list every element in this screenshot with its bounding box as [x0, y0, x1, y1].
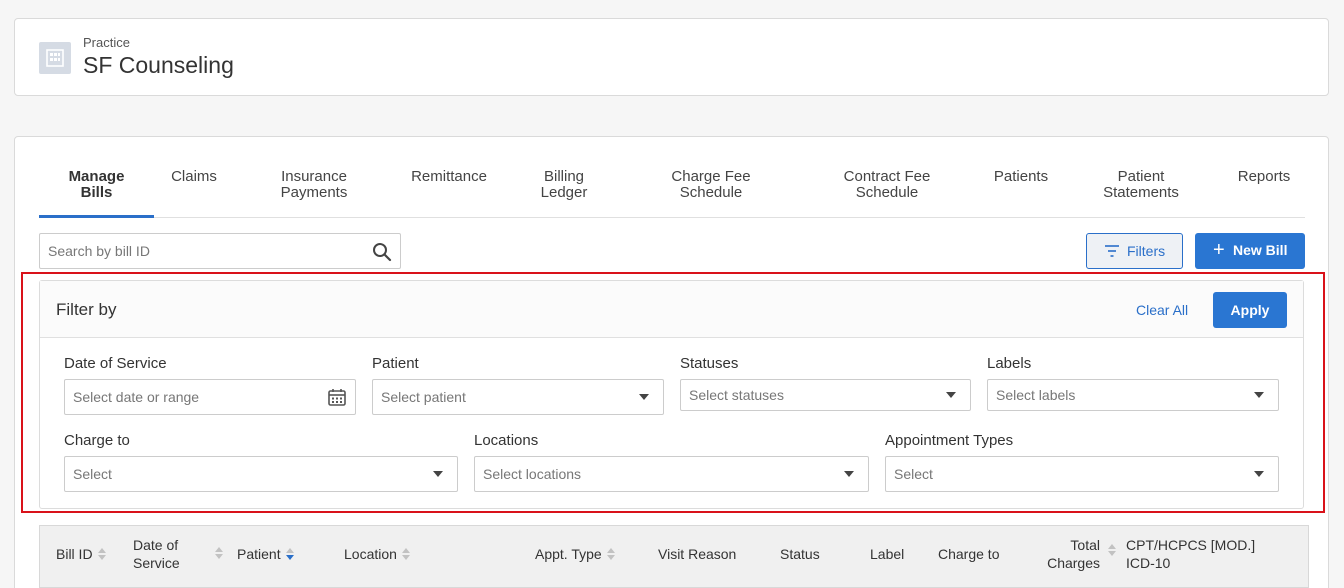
col-label: Patient	[237, 546, 281, 562]
tab-label: Charge Fee	[671, 168, 751, 185]
tab-label: Patient	[1117, 168, 1165, 185]
search-input[interactable]	[48, 243, 358, 259]
tab-patient-statements[interactable]: Patient Statements	[1096, 167, 1186, 218]
tab-patients[interactable]: Patients	[981, 167, 1061, 218]
tab-charge-fee-schedule[interactable]: Charge Fee Schedule	[656, 167, 766, 218]
col-total-charges[interactable]: Total Charges	[1040, 536, 1100, 572]
col-location[interactable]: Location	[344, 545, 410, 563]
tab-insurance-payments[interactable]: Insurance Payments	[264, 167, 364, 218]
tab-label: Schedule	[855, 184, 919, 201]
col-cpt-icd: CPT/HCPCS [MOD.] ICD-10	[1126, 536, 1255, 572]
col-charge-to: Charge to	[938, 546, 1000, 562]
col-label: Label	[870, 546, 905, 562]
tab-label: Payments	[280, 184, 348, 201]
filters-button[interactable]: Filters	[1086, 233, 1183, 269]
tab-label: Insurance	[281, 168, 347, 185]
tab-label: Claims	[171, 168, 217, 185]
col-bill-id[interactable]: Bill ID	[56, 545, 106, 563]
tab-reports[interactable]: Reports	[1229, 167, 1299, 218]
new-bill-button[interactable]: + New Bill	[1195, 233, 1305, 269]
sort-icon[interactable]	[1108, 544, 1116, 556]
tab-remittance[interactable]: Remittance	[399, 167, 499, 218]
tab-label: Bills	[80, 184, 113, 201]
filter-icon	[1105, 245, 1119, 257]
col-label: Date of	[133, 537, 179, 553]
col-patient[interactable]: Patient	[237, 545, 294, 563]
col-label: ICD-10	[1126, 555, 1171, 571]
col-label: Charges	[1047, 555, 1100, 571]
col-label: Location	[344, 546, 397, 562]
bill-search	[39, 233, 401, 269]
col-label: Bill ID	[56, 546, 93, 562]
billing-tabs: Manage Bills Claims Insurance Payments R…	[39, 167, 1305, 218]
tab-label: Patients	[993, 168, 1049, 185]
col-status: Status	[780, 546, 820, 562]
bills-table-header: Bill ID Date of Service Patient Location…	[39, 525, 1309, 588]
highlight-box	[21, 272, 1325, 513]
col-date-of-service[interactable]: Date of Service	[133, 536, 180, 572]
col-label: Appt. Type	[535, 546, 602, 562]
tab-contract-fee-schedule[interactable]: Contract Fee Schedule	[827, 167, 947, 218]
sort-icon	[606, 548, 615, 560]
col-visit-reason: Visit Reason	[658, 546, 737, 562]
building-icon	[39, 42, 71, 74]
practice-label: Practice	[83, 35, 130, 50]
new-bill-label: New Bill	[1233, 242, 1288, 258]
tab-claims[interactable]: Claims	[159, 167, 229, 218]
sort-desc-icon	[285, 548, 294, 560]
plus-icon: +	[1213, 239, 1225, 261]
tab-label: Contract Fee	[843, 168, 931, 185]
col-label: Total	[1070, 537, 1100, 553]
tab-label: Ledger	[540, 184, 588, 201]
sort-icon	[97, 548, 106, 560]
tab-label: Billing	[543, 168, 585, 185]
tab-label: Schedule	[679, 184, 743, 201]
practice-header: Practice SF Counseling	[14, 18, 1329, 96]
sort-icon[interactable]	[215, 547, 223, 559]
tab-label: Reports	[1237, 168, 1291, 185]
practice-name: SF Counseling	[83, 52, 234, 78]
sort-icon	[401, 548, 410, 560]
search-icon[interactable]	[372, 242, 392, 267]
tab-label: Remittance	[411, 168, 487, 185]
tab-billing-ledger[interactable]: Billing Ledger	[529, 167, 599, 218]
filters-label: Filters	[1127, 243, 1166, 259]
tab-label: Statements	[1103, 184, 1179, 201]
tab-label: Manage	[68, 168, 125, 185]
col-label: Service	[133, 555, 180, 571]
col-appt-type[interactable]: Appt. Type	[535, 545, 615, 563]
tab-manage-bills[interactable]: Manage Bills	[39, 167, 154, 218]
col-label: CPT/HCPCS [MOD.]	[1126, 537, 1256, 553]
